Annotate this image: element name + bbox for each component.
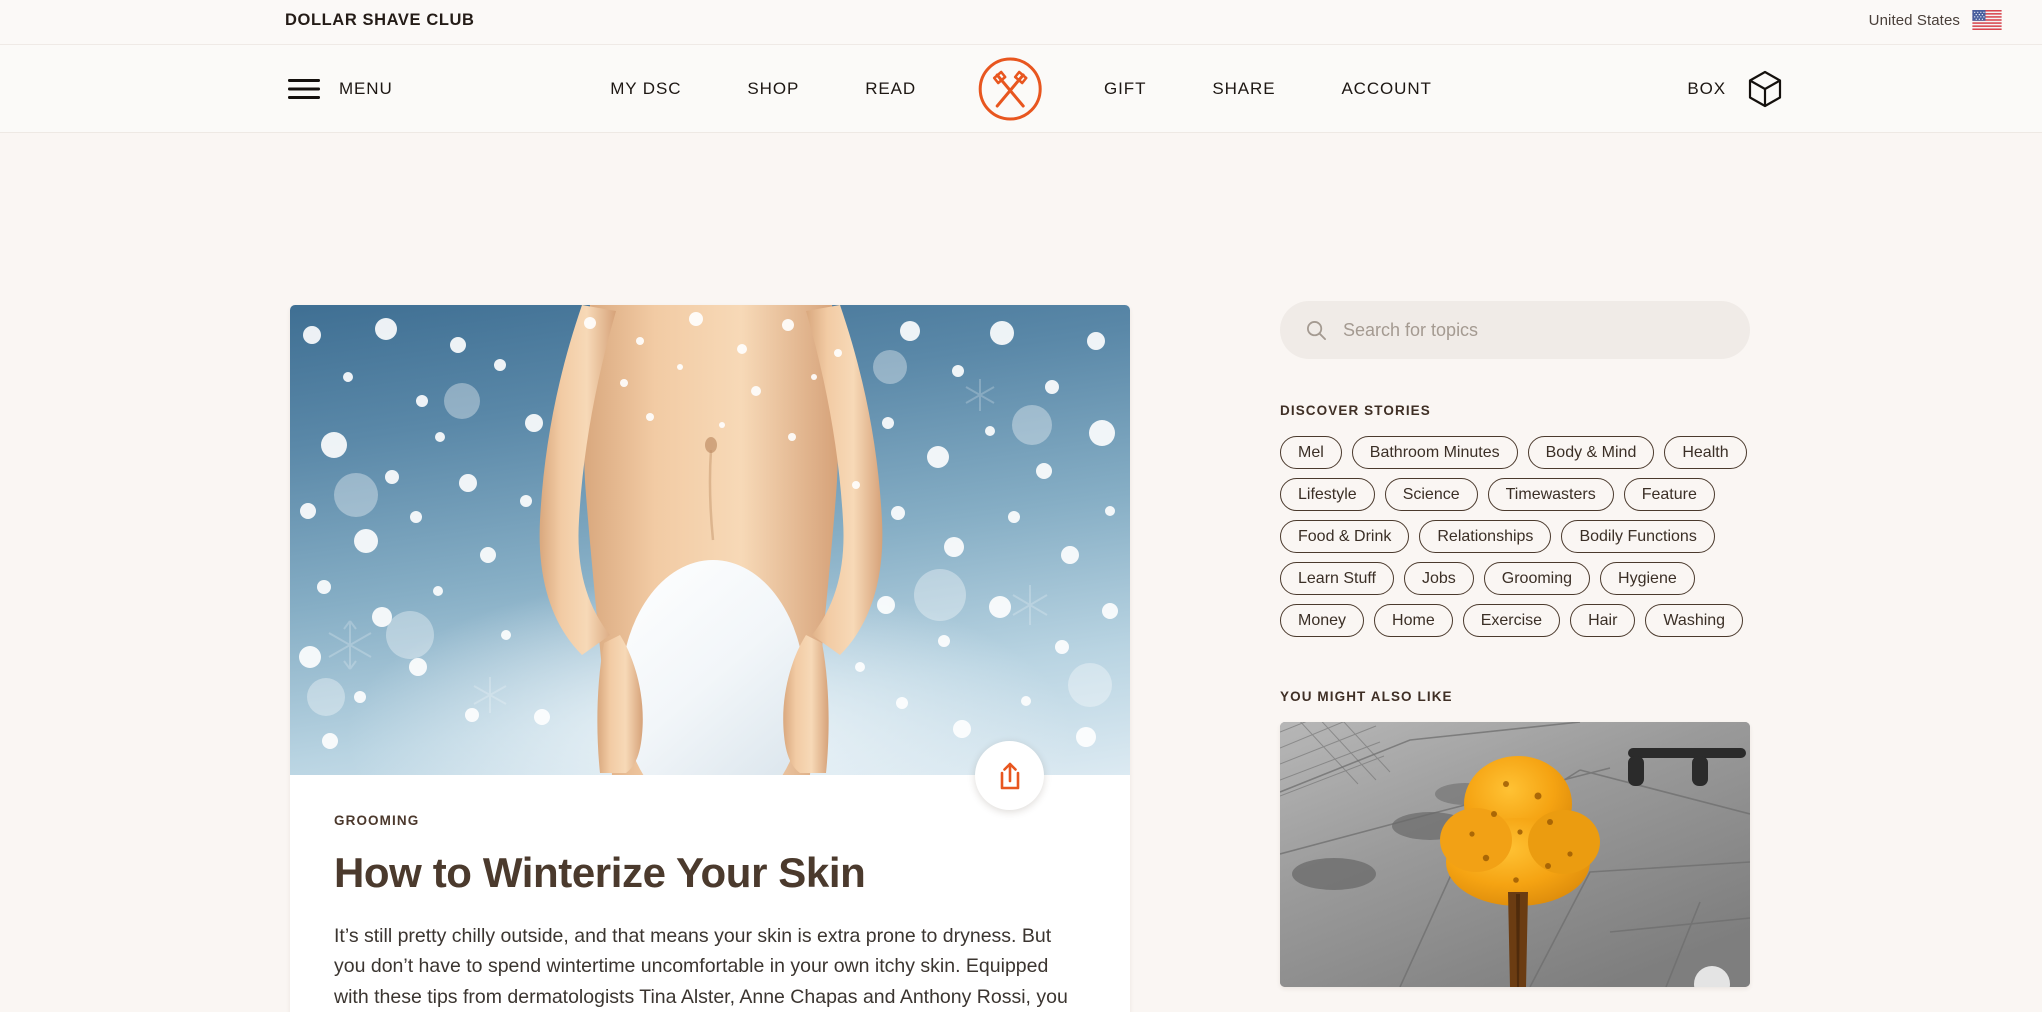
article-text-block: GROOMING How to Winterize Your Skin It’s…	[290, 775, 1130, 1012]
nav-item-share[interactable]: SHARE	[1179, 79, 1308, 99]
topic-tag-health[interactable]: Health	[1664, 436, 1747, 469]
utility-bar: DOLLAR SHAVE CLUB United States	[0, 0, 2042, 45]
share-upload-icon	[1000, 762, 1019, 789]
topic-tag-mel[interactable]: Mel	[1280, 436, 1342, 469]
dsc-crossed-razors-logo[interactable]	[977, 56, 1043, 122]
topic-tag-learn-stuff[interactable]: Learn Stuff	[1280, 562, 1394, 595]
article-category-label[interactable]: GROOMING	[334, 813, 1086, 828]
topic-tag-hair[interactable]: Hair	[1570, 604, 1636, 637]
brand-wordmark[interactable]: DOLLAR SHAVE CLUB	[285, 11, 475, 30]
topic-tag-science[interactable]: Science	[1384, 478, 1478, 511]
snow-overlay	[299, 312, 1118, 749]
topic-tag-cloud: Mel Bathroom Minutes Body & Mind Health …	[1280, 436, 1750, 637]
related-article-card[interactable]	[1280, 722, 1750, 987]
nav-item-account[interactable]: ACCOUNT	[1308, 79, 1464, 99]
topic-tag-feature[interactable]: Feature	[1623, 478, 1715, 511]
article-excerpt: It’s still pretty chilly outside, and th…	[334, 925, 1068, 1008]
discover-stories-title: DISCOVER STORIES	[1280, 403, 1431, 418]
topic-tag-bathroom-minutes[interactable]: Bathroom Minutes	[1351, 436, 1518, 469]
topic-tag-food-and-drink[interactable]: Food & Drink	[1280, 520, 1410, 553]
nav-item-read[interactable]: READ	[832, 79, 949, 99]
topic-tag-money[interactable]: Money	[1280, 604, 1365, 637]
related-article-thumbnail	[1280, 722, 1750, 987]
main-navigation: MENU MY DSC SHOP READ GIFT SHARE ACCOUNT…	[0, 45, 2042, 133]
topic-tag-jobs[interactable]: Jobs	[1403, 562, 1474, 595]
topic-tag-exercise[interactable]: Exercise	[1462, 604, 1561, 637]
nav-item-my-dsc[interactable]: MY DSC	[577, 79, 714, 99]
you-might-also-like-title: YOU MIGHT ALSO LIKE	[1280, 689, 1453, 704]
topic-tag-timewasters[interactable]: Timewasters	[1487, 478, 1614, 511]
page-body: GROOMING How to Winterize Your Skin It’s…	[0, 133, 2042, 1012]
article-headline[interactable]: How to Winterize Your Skin	[334, 850, 1086, 895]
menu-button[interactable]: MENU	[288, 78, 393, 100]
search-input[interactable]	[1343, 319, 1724, 341]
feature-article-card[interactable]: GROOMING How to Winterize Your Skin It’s…	[290, 305, 1130, 1012]
locale-label: United States	[1868, 11, 1960, 29]
topic-tag-body-and-mind[interactable]: Body & Mind	[1527, 436, 1655, 469]
box-label: BOX	[1687, 78, 1726, 98]
nav-item-shop[interactable]: SHOP	[714, 79, 832, 99]
menu-label: MENU	[339, 78, 393, 98]
nav-links: MY DSC SHOP READ GIFT SHARE ACCOUNT	[577, 56, 1465, 122]
box-button[interactable]: BOX	[1687, 70, 1782, 108]
hamburger-icon	[288, 78, 320, 99]
cube-icon	[1748, 70, 1782, 107]
topic-tag-washing[interactable]: Washing	[1645, 604, 1744, 637]
search-box[interactable]	[1280, 301, 1750, 359]
topic-tag-grooming[interactable]: Grooming	[1483, 562, 1591, 595]
nav-item-gift[interactable]: GIFT	[1071, 79, 1179, 99]
sidebar: DISCOVER STORIES Mel Bathroom Minutes Bo…	[1280, 301, 1750, 987]
topic-tag-home[interactable]: Home	[1374, 604, 1453, 637]
topic-tag-hygiene[interactable]: Hygiene	[1600, 562, 1695, 595]
topic-tag-bodily-functions[interactable]: Bodily Functions	[1561, 520, 1715, 553]
hero-image[interactable]	[290, 305, 1130, 775]
topic-tag-lifestyle[interactable]: Lifestyle	[1280, 478, 1375, 511]
search-icon	[1307, 320, 1326, 340]
topic-tag-relationships[interactable]: Relationships	[1419, 520, 1552, 553]
share-button[interactable]	[975, 741, 1044, 810]
us-flag-icon	[1972, 10, 2002, 30]
locale-selector[interactable]: United States	[1869, 10, 2002, 30]
